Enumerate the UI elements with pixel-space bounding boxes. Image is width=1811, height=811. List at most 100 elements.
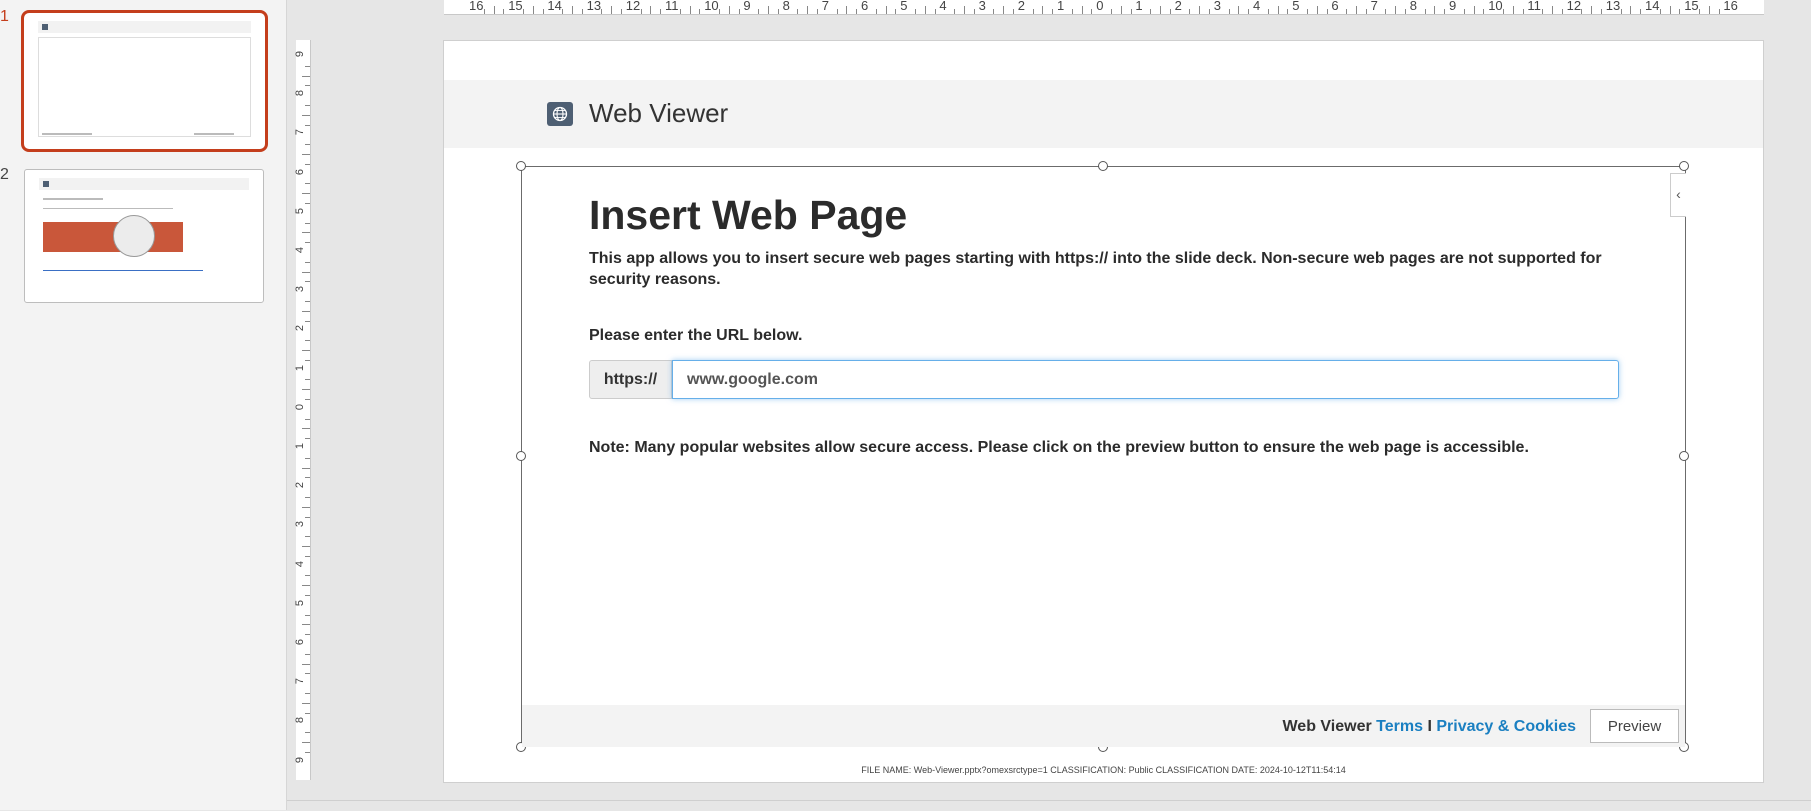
ruler-label: 8	[294, 717, 307, 724]
url-prompt: Please enter the URL below.	[589, 327, 803, 344]
ruler-tick	[1630, 6, 1632, 14]
ruler-tick	[1150, 9, 1152, 14]
ruler-tick	[305, 261, 310, 263]
addin-placeholder-frame[interactable]: ‹ Insert Web Page This app allows you to…	[516, 161, 1689, 752]
ruler-tick	[305, 712, 310, 714]
ruler-tick	[650, 6, 652, 14]
ruler-label: 8	[294, 90, 307, 97]
ruler-tick	[302, 193, 310, 195]
ruler-tick	[305, 438, 310, 440]
ruler-label: 7	[294, 678, 307, 685]
ruler-tick	[305, 751, 310, 753]
ruler-tick	[1552, 6, 1553, 14]
classification-footer: FILE NAME: Web-Viewer.pptx?omexsrctype=1…	[861, 765, 1346, 775]
ruler-tick	[305, 693, 310, 694]
privacy-link[interactable]: Privacy & Cookies	[1436, 718, 1576, 735]
resize-handle-top[interactable]	[1098, 161, 1108, 171]
ruler-tick	[895, 9, 897, 14]
ruler-tick	[1356, 6, 1357, 14]
ruler-tick	[1346, 9, 1348, 14]
ruler-tick	[621, 9, 622, 14]
collapse-pane-button[interactable]: ‹	[1670, 173, 1686, 217]
thumbnail-line	[43, 208, 173, 209]
ruler-tick	[305, 320, 310, 322]
vertical-ruler[interactable]: 9 8 7 6 5 4 3 2 1 0 1 2 3 4 5 6 7 8 9	[294, 40, 311, 780]
ruler-tick	[1395, 6, 1397, 14]
ruler-tick	[738, 9, 740, 14]
ruler-tick	[1659, 9, 1661, 14]
ruler-tick	[817, 9, 818, 14]
ruler-tick	[302, 506, 310, 508]
ruler-tick	[305, 653, 310, 655]
ruler-tick	[305, 203, 310, 204]
slide-canvas[interactable]: Web Viewer ‹ Insert Web Page This app al…	[443, 40, 1764, 783]
ruler-tick	[562, 9, 564, 14]
slide-thumbnail-1[interactable]	[21, 10, 268, 152]
ruler-tick	[885, 6, 887, 14]
ruler-label: 5	[900, 0, 908, 13]
thumbnail-header	[38, 21, 251, 33]
url-prefix: https://	[589, 360, 672, 399]
thumbnail-line	[43, 198, 103, 200]
terms-link[interactable]: Terms	[1376, 718, 1423, 735]
ruler-label: 15	[508, 0, 523, 13]
thumbnail-line	[43, 270, 203, 271]
ruler-tick	[305, 340, 310, 342]
ruler-tick	[305, 281, 310, 283]
ruler-label: 12	[625, 0, 641, 13]
ruler-tick	[305, 614, 310, 616]
ruler-tick	[1189, 9, 1191, 14]
ruler-label: 2	[1174, 0, 1182, 13]
ruler-tick	[1287, 9, 1289, 14]
resize-handle-left[interactable]	[516, 451, 526, 461]
resize-handle-right[interactable]	[1679, 451, 1689, 461]
ruler-label: 3	[978, 0, 986, 13]
ruler-label: 14	[1645, 0, 1660, 13]
ruler-tick	[924, 6, 926, 14]
ruler-label: 4	[294, 560, 307, 567]
ruler-tick	[1473, 6, 1475, 14]
ruler-tick	[1071, 9, 1073, 14]
ruler-tick	[483, 9, 485, 14]
ruler-tick	[1718, 9, 1720, 14]
ruler-label: 6	[861, 0, 869, 13]
ruler-tick	[302, 310, 310, 312]
ruler-tick	[689, 6, 691, 14]
ruler-tick	[1307, 9, 1308, 14]
ruler-tick	[542, 9, 544, 14]
ruler-tick	[305, 477, 310, 479]
ruler-tick	[964, 6, 965, 14]
ruler-tick	[302, 114, 310, 116]
ruler-tick	[302, 742, 310, 743]
ruler-tick	[305, 634, 310, 636]
ruler-label: 2	[294, 482, 307, 489]
ruler-tick	[305, 575, 310, 577]
ruler-tick	[305, 497, 310, 498]
thumbnail-body	[38, 37, 251, 137]
preview-button[interactable]: Preview	[1590, 709, 1679, 743]
ruler-label: 3	[294, 521, 307, 528]
ruler-tick	[305, 536, 310, 538]
ruler-tick	[679, 9, 681, 14]
resize-handle-top-left[interactable]	[516, 161, 526, 171]
url-input-group: https://	[589, 360, 1619, 399]
ruler-label: 4	[1253, 0, 1261, 13]
resize-handle-top-right[interactable]	[1679, 161, 1689, 171]
url-input[interactable]	[672, 360, 1619, 399]
ruler-tick	[1120, 6, 1122, 14]
ruler-tick	[728, 6, 730, 14]
page-title: Insert Web Page	[589, 192, 908, 238]
ruler-tick	[302, 271, 310, 273]
ruler-tick	[1228, 9, 1230, 14]
footer-links: Web Viewer Terms I Privacy & Cookies	[1282, 718, 1576, 736]
ruler-label: 7	[294, 129, 307, 136]
ruler-tick	[1561, 9, 1563, 14]
thumbnail-line	[42, 133, 92, 135]
ruler-label: 16	[1723, 0, 1738, 13]
ruler-label: 1	[294, 442, 307, 450]
app-title: Web Viewer	[589, 98, 729, 128]
slide-thumbnail-2[interactable]	[24, 169, 264, 303]
ruler-tick	[973, 9, 975, 14]
ruler-label: 1	[294, 364, 307, 371]
horizontal-ruler[interactable]: 16 15 14 13 12 11 10 9 8 7 6 5 4 3 2 1 0 1 2 3 4 5 6 7 8 9 10 11 12 1…	[444, 0, 1764, 15]
